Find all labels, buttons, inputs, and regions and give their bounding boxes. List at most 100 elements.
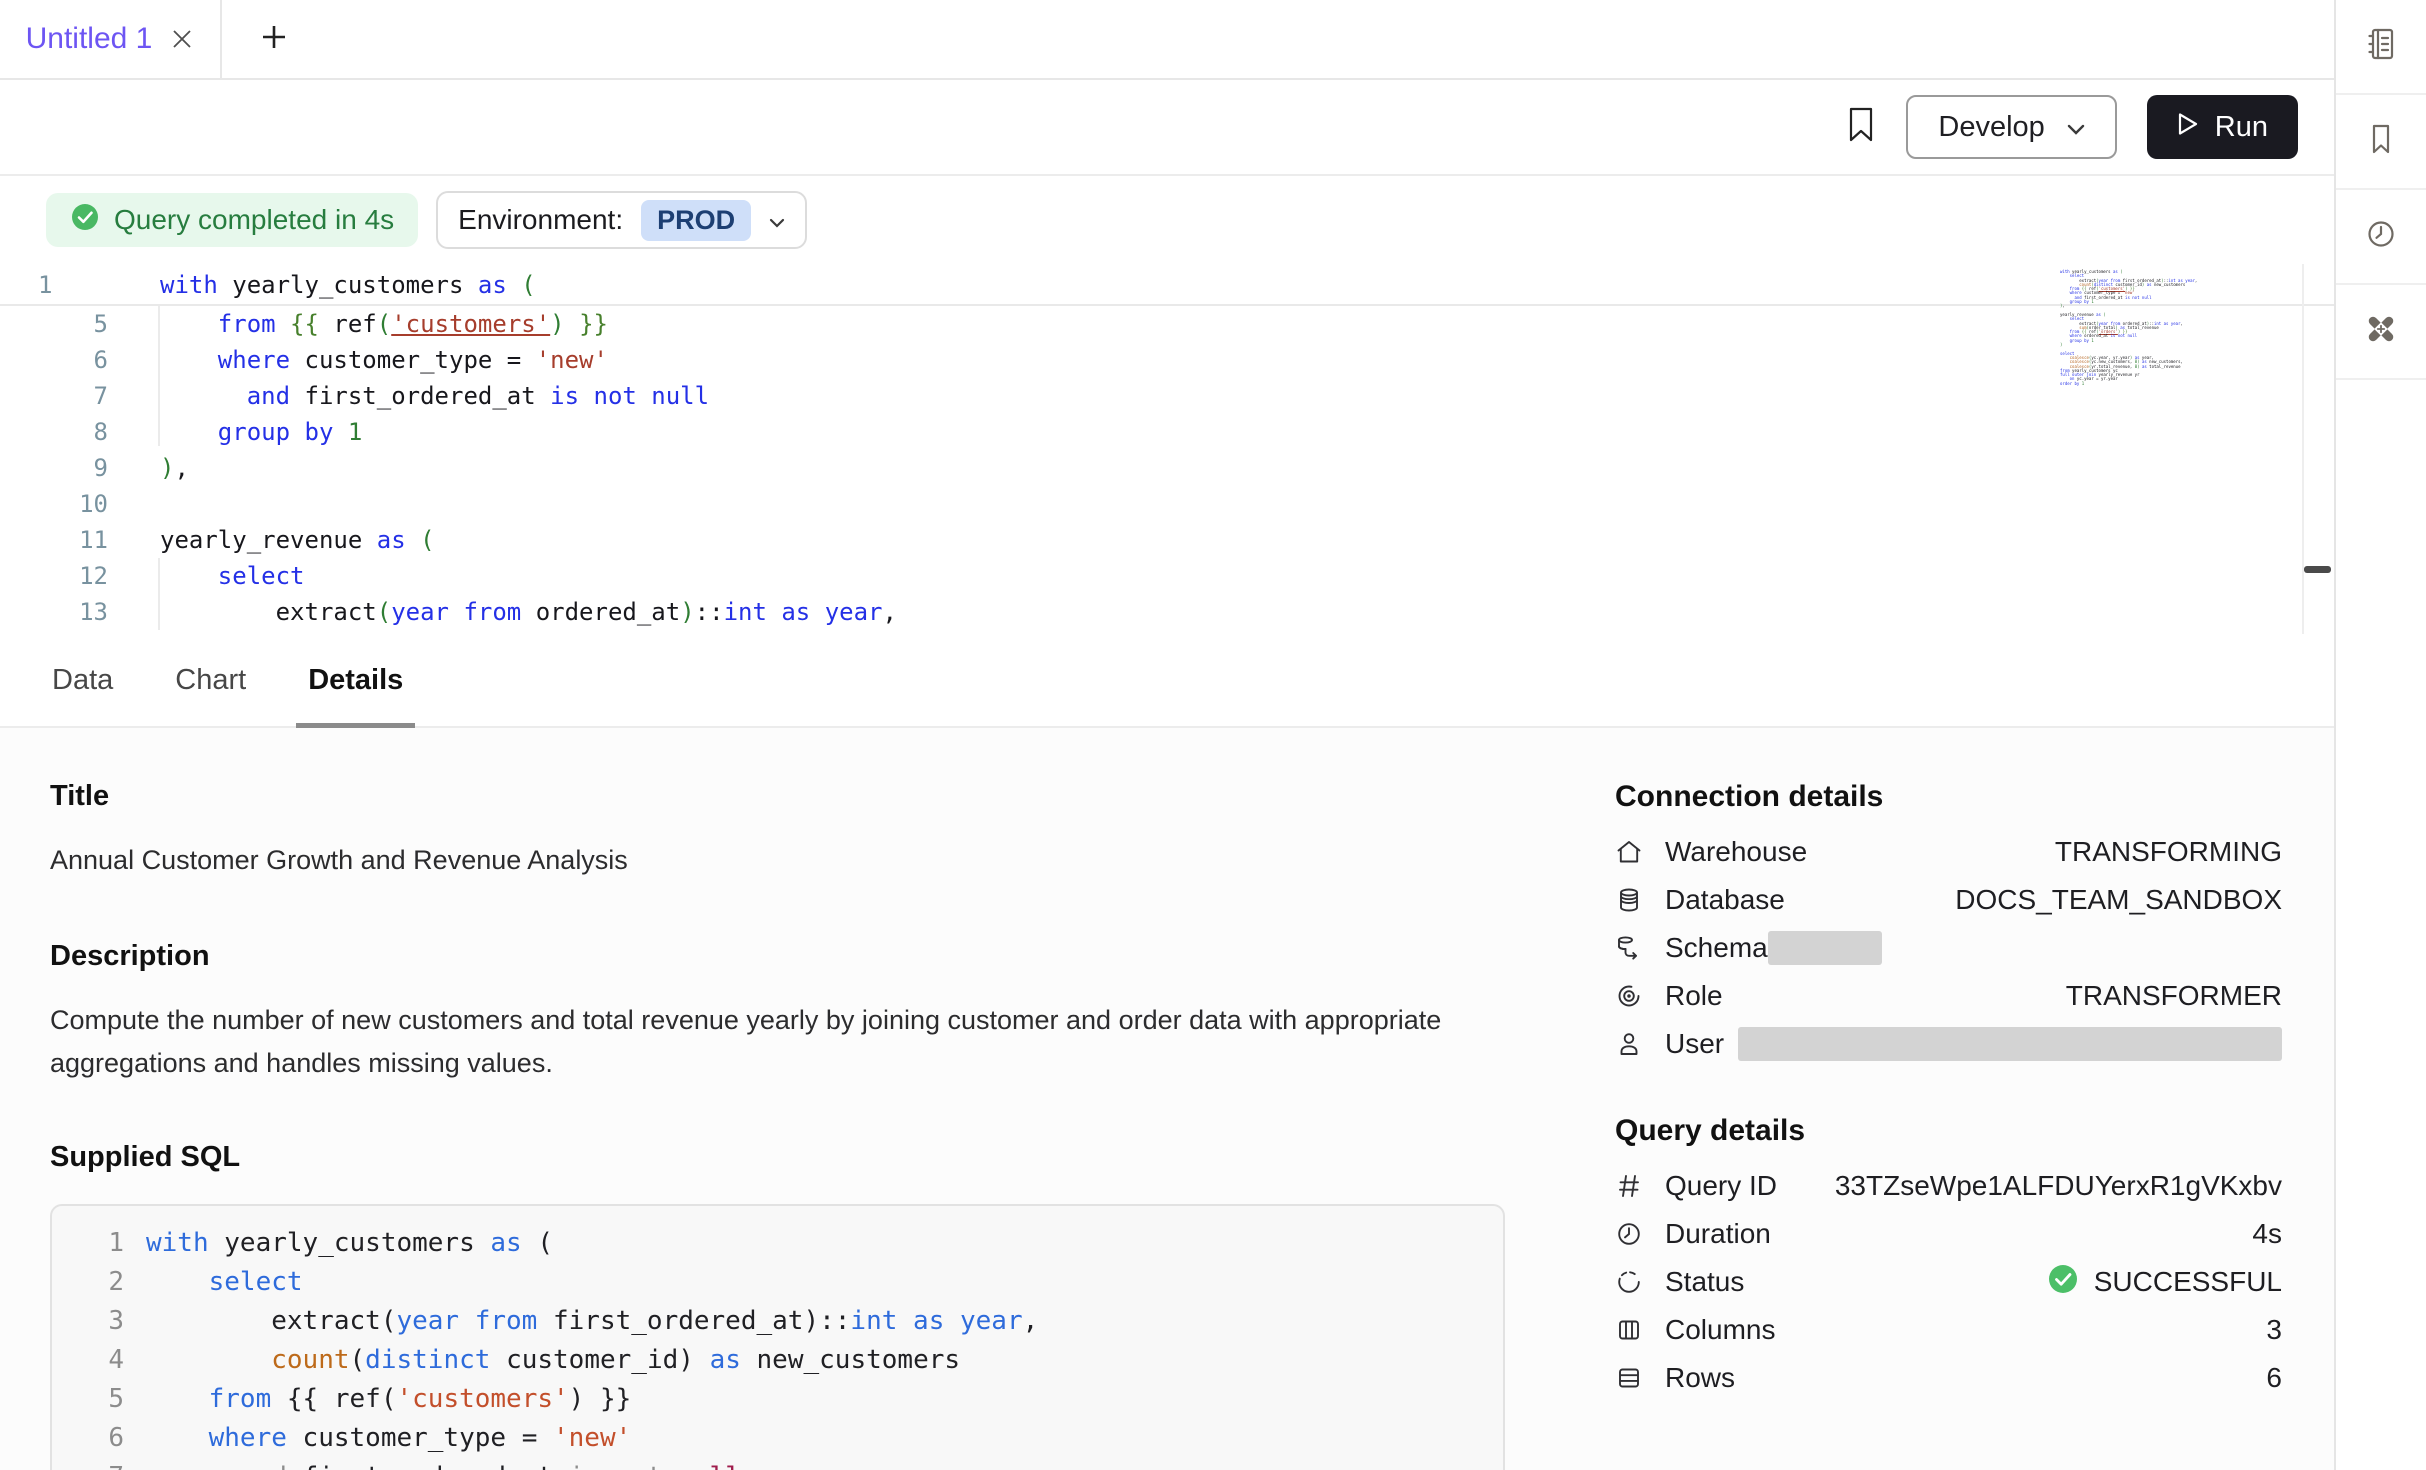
detail-row-user: User [1615, 1020, 2282, 1068]
line-number: 3 [52, 1302, 124, 1341]
query-status-text: Query completed in 4s [114, 204, 394, 236]
line-number: 5 [0, 306, 108, 342]
detail-value: 4s [2252, 1218, 2282, 1250]
detail-row-columns: Columns3 [1615, 1306, 2282, 1354]
app-window: Untitled 1 Develop [0, 0, 2426, 1470]
supplied-sql-line: 4 count(distinct customer_id) as new_cus… [52, 1341, 1503, 1380]
editor-line[interactable]: 5 from {{ ref('customers') }} [0, 306, 2334, 342]
detail-value: SUCCESSFUL [2094, 1266, 2282, 1298]
detail-row-role: RoleTRANSFORMER [1615, 972, 2282, 1020]
right-icon-sidebar [2334, 0, 2426, 1470]
editor-line[interactable]: 9), [0, 450, 2334, 486]
supplied-sql-line: 5 from {{ ref('customers') }} [52, 1380, 1503, 1419]
detail-label: Database [1665, 884, 1785, 916]
run-button[interactable]: Run [2147, 95, 2298, 159]
editor-line[interactable]: 10 [0, 486, 2334, 522]
tab-untitled-1[interactable]: Untitled 1 [0, 0, 222, 78]
editor-minimap[interactable]: with yearly_customers as ( select extrac… [2060, 270, 2188, 386]
line-number: 6 [0, 342, 108, 378]
editor-scrollbar-thumb[interactable] [2304, 566, 2331, 573]
role-icon [1615, 981, 1645, 1011]
redacted-value [1738, 1027, 2282, 1061]
editor-line[interactable]: 13 extract(year from ordered_at)::int as… [0, 594, 2334, 630]
line-number: 2 [52, 1263, 124, 1302]
query-status-pill: Query completed in 4s [46, 193, 418, 247]
sidebar-button-notebook[interactable] [2336, 0, 2426, 95]
environment-selector[interactable]: Environment: PROD [436, 191, 807, 249]
supplied-sql-line: 6 where customer_type = 'new' [52, 1419, 1503, 1458]
editor-line[interactable]: 7 and first_ordered_at is not null [0, 378, 2334, 414]
columns-icon [1615, 1315, 1645, 1345]
editor-line[interactable]: 6 where customer_type = 'new' [0, 342, 2334, 378]
chevron-down-icon [2067, 111, 2085, 144]
check-circle-icon [2046, 1262, 2080, 1303]
query-details-list: Query ID33TZseWpe1ALFDUYerxR1gVKxbvDurat… [1615, 1162, 2282, 1402]
tab-data[interactable]: Data [40, 634, 125, 726]
supplied-sql-line: 1with yearly_customers as ( [52, 1224, 1503, 1263]
run-label: Run [2215, 111, 2268, 144]
bookmark-icon [1846, 106, 1876, 149]
tab-details-label: Details [308, 664, 403, 697]
supplied-sql-heading: Supplied SQL [50, 1141, 1505, 1174]
rows-icon [1615, 1363, 1645, 1393]
results-tab-bar: Data Chart Details [0, 634, 2334, 728]
detail-value: DOCS_TEAM_SANDBOX [1955, 884, 2282, 916]
sidebar-button-bookmark[interactable] [2336, 95, 2426, 190]
toolbar: Develop Run [0, 80, 2334, 176]
description-heading: Description [50, 940, 1505, 973]
develop-dropdown[interactable]: Develop [1906, 95, 2116, 159]
new-tab-button[interactable] [258, 0, 290, 78]
line-number: 1 [52, 1224, 124, 1263]
line-number: 11 [0, 522, 108, 558]
bookmark-button[interactable] [1846, 106, 1876, 149]
plus-icon [258, 21, 290, 58]
line-number: 1 [0, 268, 108, 304]
supplied-sql-block: 1with yearly_customers as (2 select3 ext… [50, 1204, 1505, 1470]
redacted-value [1768, 931, 1882, 965]
sql-editor[interactable]: 1with yearly_customers as (5 from {{ ref… [0, 264, 2334, 634]
editor-line[interactable]: 8 group by 1 [0, 414, 2334, 450]
line-number: 6 [52, 1419, 124, 1458]
check-circle-icon [70, 202, 100, 239]
detail-row-query-id: Query ID33TZseWpe1ALFDUYerxR1gVKxbv [1615, 1162, 2282, 1210]
detail-label: Columns [1665, 1314, 1775, 1346]
details-panel: Title Annual Customer Growth and Revenue… [0, 728, 2334, 1470]
editor-scrollbar[interactable] [2302, 264, 2334, 634]
sidebar-button-history[interactable] [2336, 190, 2426, 285]
clock-icon [1615, 1219, 1645, 1249]
lineage-icon [2361, 309, 2401, 354]
detail-value: TRANSFORMING [2055, 836, 2282, 868]
line-number: 4 [52, 1341, 124, 1380]
indent-guide [158, 558, 160, 630]
supplied-sql-line: 2 select [52, 1263, 1503, 1302]
line-number: 12 [0, 558, 108, 594]
environment-label: Environment: [458, 204, 623, 236]
tab-title: Untitled 1 [26, 22, 153, 56]
detail-value: 33TZseWpe1ALFDUYerxR1gVKxbv [1835, 1170, 2282, 1202]
supplied-sql-line: 3 extract(year from first_ordered_at)::i… [52, 1302, 1503, 1341]
tab-chart-label: Chart [175, 664, 246, 697]
detail-row-rows: Rows6 [1615, 1354, 2282, 1402]
details-right-column: Connection details WarehouseTRANSFORMING… [1615, 780, 2334, 1470]
user-icon [1615, 1029, 1645, 1059]
sidebar-button-lineage[interactable] [2336, 285, 2426, 380]
detail-label: Rows [1665, 1362, 1735, 1394]
connection-details-list: WarehouseTRANSFORMING Database DOCS_TEAM_S… [1615, 828, 2282, 1068]
editor-line[interactable]: 11yearly_revenue as ( [0, 522, 2334, 558]
editor-line-sticky[interactable]: 1with yearly_customers as ( [0, 268, 2334, 306]
line-number: 7 [52, 1458, 124, 1470]
tab-details[interactable]: Details [296, 634, 415, 726]
tab-chart[interactable]: Chart [163, 634, 258, 726]
title-value: Annual Customer Growth and Revenue Analy… [50, 839, 1505, 882]
line-number: 10 [0, 486, 108, 522]
develop-label: Develop [1938, 111, 2044, 144]
detail-label: Status [1665, 1266, 1744, 1298]
editor-line[interactable]: 12 select [0, 558, 2334, 594]
detail-label: User [1665, 1028, 1724, 1060]
hash-icon [1615, 1171, 1645, 1201]
close-icon[interactable] [170, 27, 194, 51]
detail-row-warehouse: WarehouseTRANSFORMING [1615, 828, 2282, 876]
line-number: 8 [0, 414, 108, 450]
detail-row-duration: Duration4s [1615, 1210, 2282, 1258]
chevron-down-icon [769, 204, 785, 236]
